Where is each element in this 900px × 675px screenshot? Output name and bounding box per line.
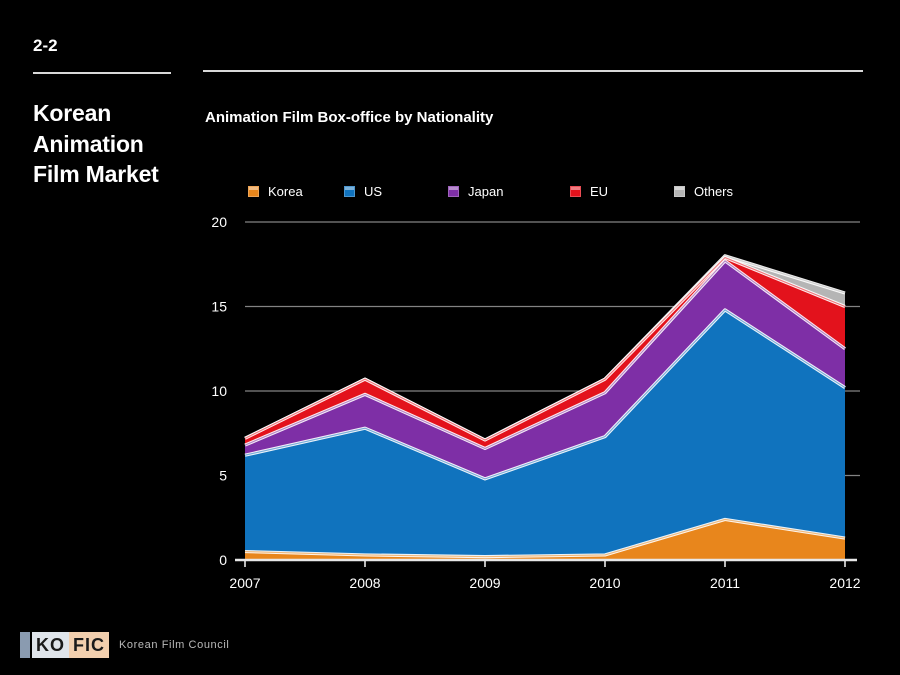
area-top-edge-tint-japan [244, 260, 846, 450]
chart-series-areas [244, 254, 846, 561]
kofic-logo: KO FIC [20, 632, 109, 658]
legend-swatch-korea-icon [248, 185, 259, 197]
area-top-edge-us [244, 308, 846, 481]
page-title: Korean Animation Film Market [33, 100, 159, 188]
legend-item-japan[interactable]: Japan [448, 184, 570, 199]
area-top-edge-eu [244, 255, 846, 442]
legend-swatch-us-icon [344, 185, 355, 197]
legend-item-korea[interactable]: Korea [248, 184, 344, 199]
chart-legend: Korea US Japan EU Others [248, 181, 733, 201]
legend-label: Others [694, 183, 734, 199]
x-axis-tick-label: 2008 [349, 575, 380, 591]
chart-gridlines [245, 221, 860, 477]
chart-title: Animation Film Box-office by Nationality [205, 109, 494, 126]
legend-item-us[interactable]: US [344, 184, 448, 199]
logo-mark-icon [20, 632, 30, 658]
area-series-korea [245, 519, 845, 560]
x-axis-tick-label: 2010 [589, 575, 620, 591]
legend-label: EU [590, 183, 609, 199]
logo-text-fic: FIC [69, 632, 109, 658]
legend-swatch-japan-icon [448, 185, 459, 197]
legend-item-eu[interactable]: EU [570, 184, 674, 199]
y-axis-tick-label: 0 [219, 552, 227, 568]
legend-label: Korea [268, 183, 303, 199]
area-top-edge-tint-korea [244, 518, 846, 558]
legend-item-others[interactable]: Others [674, 184, 733, 199]
area-top-edge-tint-us [244, 309, 846, 480]
footer: KO FIC Korean Film Council [20, 632, 229, 658]
x-axis-tick-label: 2011 [710, 575, 740, 591]
area-top-edge-others [244, 254, 846, 442]
x-axis-tick-label: 2007 [229, 575, 260, 591]
logo-caption: Korean Film Council [119, 639, 230, 651]
area-series-others [245, 255, 845, 561]
y-axis-tick-label: 20 [211, 214, 227, 230]
legend-swatch-others-icon [674, 185, 685, 197]
sidebar: 2-2 Korean Animation Film Market [0, 0, 196, 675]
area-series-eu [245, 257, 845, 560]
area-top-edge-korea [244, 517, 846, 559]
slide-number: 2-2 [33, 36, 58, 55]
area-top-edge-tint-others [244, 255, 846, 441]
x-axis-tick-label: 2012 [829, 575, 860, 591]
legend-label: US [364, 183, 383, 199]
chart-y-axis-labels: 0 5 10 15 20 [211, 214, 227, 568]
y-axis-tick-label: 5 [219, 468, 227, 484]
chart-x-axis-labels: 2007 2008 2009 2010 2011 2012 [229, 575, 860, 591]
chart-axes [235, 558, 857, 567]
sidebar-divider [33, 72, 171, 74]
legend-label: Japan [468, 183, 504, 199]
y-axis-tick-label: 15 [211, 299, 227, 315]
header-divider [203, 70, 863, 72]
area-series-japan [245, 260, 845, 560]
area-series-us [245, 309, 845, 560]
y-axis-tick-label: 10 [211, 383, 227, 399]
logo-text-ko: KO [32, 632, 69, 658]
x-axis-tick-label: 2009 [469, 575, 500, 591]
area-top-edge-japan [244, 259, 846, 451]
area-top-edge-tint-eu [244, 256, 846, 441]
legend-swatch-eu-icon [570, 185, 581, 197]
